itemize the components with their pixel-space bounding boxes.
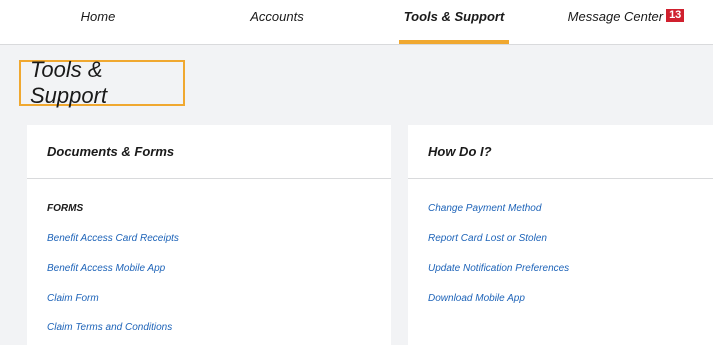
how-do-i-card: How Do I? Change Payment Method Report C… <box>408 125 713 345</box>
link-claim-form[interactable]: Claim Form <box>47 293 99 304</box>
forms-section-label: FORMS <box>47 203 84 214</box>
link-report-card-lost-stolen[interactable]: Report Card Lost or Stolen <box>428 233 547 244</box>
nav-accounts-label: Accounts <box>250 9 304 24</box>
link-claim-terms-conditions[interactable]: Claim Terms and Conditions <box>47 322 172 333</box>
nav-accounts[interactable]: Accounts <box>238 9 316 44</box>
page-title: Tools & Support <box>30 57 108 108</box>
message-count-badge: 13 <box>666 9 685 22</box>
documents-forms-heading: Documents & Forms <box>27 125 391 179</box>
nav-message-center[interactable]: Message Center 13 <box>566 9 686 44</box>
nav-tools-support-label: Tools & Support <box>403 9 505 24</box>
documents-forms-card: Documents & Forms FORMS Benefit Access C… <box>27 125 391 345</box>
link-download-mobile-app[interactable]: Download Mobile App <box>428 293 525 304</box>
link-benefit-access-card-receipts[interactable]: Benefit Access Card Receipts <box>47 233 179 244</box>
nav-tools-support[interactable]: Tools & Support <box>399 9 509 44</box>
link-update-notification-preferences[interactable]: Update Notification Preferences <box>428 263 569 274</box>
how-do-i-heading: How Do I? <box>408 125 713 179</box>
nav-message-center-label: Message Center <box>567 9 664 24</box>
link-benefit-access-mobile-app[interactable]: Benefit Access Mobile App <box>47 263 165 274</box>
nav-home[interactable]: Home <box>66 9 130 44</box>
nav-home-label: Home <box>80 9 116 24</box>
link-change-payment-method[interactable]: Change Payment Method <box>428 203 541 214</box>
top-navigation: Home Accounts Tools & Support Message Ce… <box>0 0 713 45</box>
active-tab-indicator <box>399 40 509 44</box>
page-title-box: Tools & Support <box>19 57 185 108</box>
